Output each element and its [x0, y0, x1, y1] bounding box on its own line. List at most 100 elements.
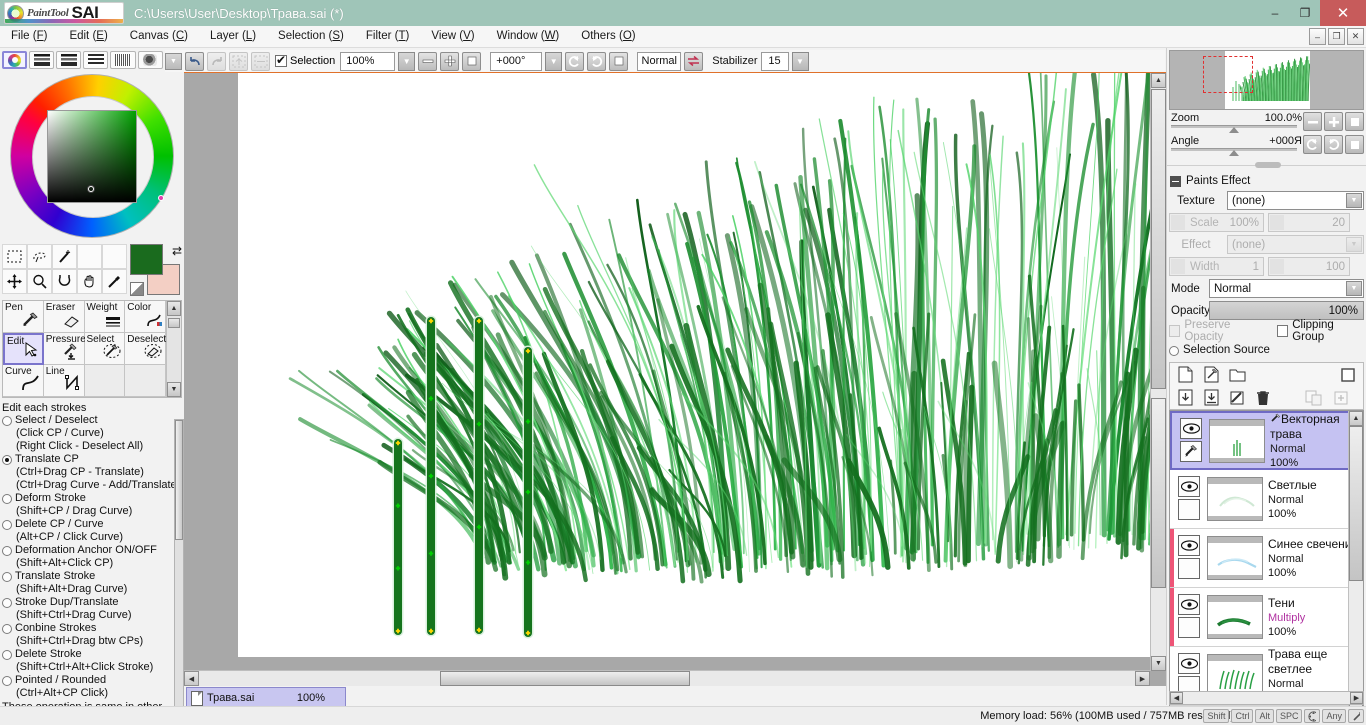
chevron-down-icon[interactable]: ▼: [1346, 193, 1362, 208]
primary-color-swatch[interactable]: [130, 244, 163, 275]
rect-select-icon[interactable]: [2, 244, 27, 269]
selection-checkbox[interactable]: [275, 53, 287, 67]
stroke-option-radio[interactable]: [2, 546, 12, 556]
clear-layer-icon[interactable]: [1226, 387, 1248, 408]
navigator-zoom-in-button[interactable]: [1324, 112, 1343, 131]
flip-vertical-button[interactable]: [251, 51, 270, 71]
menu-item-canvas[interactable]: Canvas (C): [119, 26, 199, 47]
merge-visible-icon[interactable]: [1302, 387, 1324, 408]
navigator-thumbnail[interactable]: [1169, 50, 1364, 110]
stroke-option-2[interactable]: Deform Stroke: [2, 492, 184, 505]
vector-stroke-layer[interactable]: [238, 73, 1150, 657]
close-button[interactable]: ✕: [1320, 0, 1366, 26]
clipping-group-checkbox[interactable]: [1276, 325, 1289, 337]
canvas-vscroll-thumb[interactable]: [1151, 89, 1166, 389]
zoom-dropdown[interactable]: ▼: [398, 51, 416, 71]
layer-lock-toggle[interactable]: [1178, 499, 1200, 520]
navigator-angle-knob[interactable]: [1229, 150, 1240, 157]
layer-list[interactable]: Векторная трава Normal 100% Светлые Normal 10…: [1169, 410, 1364, 718]
swap-colors-icon[interactable]: ⇄: [172, 244, 182, 258]
chevron-down-icon-2[interactable]: ▼: [1346, 237, 1362, 252]
menu-item-file[interactable]: File (F): [0, 26, 58, 47]
doc-restore-button[interactable]: ❐: [1328, 28, 1345, 45]
layer-scroll-thumb[interactable]: [1349, 426, 1363, 581]
layer-visibility-toggle[interactable]: [1178, 476, 1200, 497]
canvas-scroll-down[interactable]: ▼: [1151, 656, 1166, 671]
color-grid-icon[interactable]: [110, 51, 136, 69]
layer-hscroll-right[interactable]: ▶: [1350, 692, 1363, 704]
tool-pressure[interactable]: Pressure: [43, 333, 86, 365]
tool-selector-scrollbar[interactable]: ▲ ▼: [166, 301, 181, 397]
stroke-option-radio[interactable]: [2, 676, 12, 686]
navigator-rotate-cw-button[interactable]: [1324, 135, 1343, 154]
layer-row[interactable]: ТениMultiply100%: [1170, 588, 1363, 647]
selection-source-radio[interactable]: [1169, 346, 1179, 356]
layer-hscroll-left[interactable]: ◀: [1170, 692, 1183, 704]
stroke-option-radio[interactable]: [2, 494, 12, 504]
zoom-icon[interactable]: [27, 269, 52, 294]
stroke-option-radio[interactable]: [2, 520, 12, 530]
stroke-option-0[interactable]: Select / Deselect: [2, 414, 184, 427]
canvas-paper[interactable]: [238, 73, 1150, 657]
canvas-scroll-left[interactable]: ◀: [184, 671, 199, 686]
layer-visibility-toggle[interactable]: [1180, 417, 1202, 439]
mode-select[interactable]: Normal ▼: [1209, 279, 1364, 298]
layer-mask-icon[interactable]: [1337, 364, 1359, 385]
restore-button[interactable]: ❐: [1290, 0, 1320, 26]
navigator-viewport-rect[interactable]: [1203, 56, 1253, 93]
layer-lock-toggle[interactable]: [1178, 558, 1200, 579]
layer-row[interactable]: Векторная трава Normal 100%: [1170, 411, 1363, 470]
tool-weight[interactable]: Weight: [84, 301, 126, 333]
stroke-option-9[interactable]: Pointed / Rounded: [2, 674, 184, 687]
stroke-option-5[interactable]: Translate Stroke: [2, 570, 184, 583]
tool-line[interactable]: Line: [43, 365, 85, 397]
move-icon[interactable]: [2, 269, 27, 294]
doc-minimize-button[interactable]: –: [1309, 28, 1326, 45]
stroke-options-scrollbar[interactable]: [174, 419, 184, 719]
view-mode-field[interactable]: Normal: [637, 51, 682, 71]
stroke-option-radio[interactable]: [2, 416, 12, 426]
opacity-slider[interactable]: 100%: [1209, 301, 1364, 320]
add-below-icon[interactable]: [1330, 387, 1352, 408]
menu-item-layer[interactable]: Layer (L): [199, 26, 267, 47]
new-linework-layer-icon[interactable]: [1200, 364, 1222, 385]
menu-item-view[interactable]: View (V): [420, 26, 485, 47]
effect-select[interactable]: (none) ▼: [1227, 235, 1364, 254]
tool-edit[interactable]: Edit: [3, 333, 44, 365]
new-layer-icon[interactable]: [1174, 364, 1196, 385]
blank-tool-1[interactable]: [77, 244, 102, 269]
canvas-scroll-up[interactable]: ▲: [1151, 73, 1166, 88]
panel-divider[interactable]: [1167, 162, 1366, 170]
stabilizer-dropdown[interactable]: ▼: [791, 51, 809, 71]
layer-visibility-toggle[interactable]: [1178, 653, 1200, 674]
angle-reset-button[interactable]: [609, 51, 629, 71]
menu-item-filter[interactable]: Filter (T): [355, 26, 420, 47]
tool-scroll-thumb[interactable]: [168, 318, 180, 328]
preserve-opacity-checkbox[interactable]: [1169, 325, 1181, 337]
canvas-hscroll-thumb[interactable]: [440, 671, 690, 686]
eyedropper-icon[interactable]: [102, 269, 127, 294]
minimize-button[interactable]: –: [1260, 0, 1290, 26]
stabilizer-field[interactable]: 15: [760, 51, 789, 71]
tool-scroll-up[interactable]: ▲: [167, 301, 181, 316]
tool-color[interactable]: Color: [125, 301, 166, 333]
canvas-vertical-scrollbar[interactable]: ▲ ▼: [1150, 73, 1166, 671]
layer-visibility-toggle[interactable]: [1178, 535, 1200, 556]
color-picker[interactable]: [0, 70, 184, 242]
navigator-zoom-knob[interactable]: [1229, 127, 1240, 134]
layer-scroll-up[interactable]: ▲: [1349, 411, 1363, 426]
layer-row[interactable]: Синее свечение Normal 100%: [1170, 529, 1363, 588]
menu-item-window[interactable]: Window (W): [486, 26, 571, 47]
stroke-option-radio[interactable]: [2, 455, 12, 465]
canvas-horizontal-scrollbar[interactable]: ◀ ▶: [184, 670, 1150, 686]
color-wheel-icon[interactable]: [2, 51, 28, 69]
layer-visibility-toggle[interactable]: [1178, 594, 1200, 615]
zoom-reset-button[interactable]: [462, 51, 482, 71]
canvas-vscroll-thumb2[interactable]: [1151, 398, 1166, 588]
tool-curve[interactable]: Curve: [3, 365, 44, 397]
navigator-zoom-out-button[interactable]: [1303, 112, 1322, 131]
selection-toggle[interactable]: Selection: [275, 53, 335, 67]
stroke-option-radio[interactable]: [2, 650, 12, 660]
layer-lock-toggle[interactable]: [1178, 617, 1200, 638]
stroke-option-radio[interactable]: [2, 572, 12, 582]
